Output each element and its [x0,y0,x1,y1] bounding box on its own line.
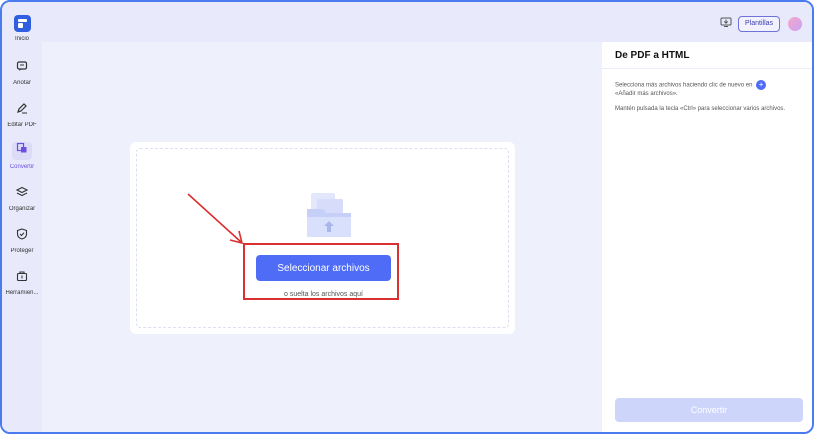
annotate-icon [14,60,30,76]
sidebar-item-label: Organizar [8,206,36,212]
add-more-hint: Selecciona más archivos haciendo clic de… [615,80,790,98]
tools-icon [14,270,30,286]
app-logo-icon[interactable] [14,15,31,32]
sidebar-item-editar-pdf[interactable]: Editar PDF [2,102,42,138]
folder-upload-icon [307,193,351,237]
add-more-hint-text-2: «Añadir más archivos». [615,91,678,97]
sidebar-item-anotar[interactable]: Anotar [2,60,42,96]
sidebar-item-label: Editar PDF [7,122,37,128]
sidebar-item-label: Inicio [14,36,29,42]
sidebar-item-label: Herramien... [5,290,39,296]
right-panel: De PDF a HTML Selecciona más archivos ha… [602,42,812,432]
drop-hint-text: o suelta los archivos aquí [284,291,363,298]
organize-icon [14,186,30,202]
avatar[interactable] [788,17,802,31]
app-window: Inicio Anotar Editar PDF Convertir Organ [0,0,814,434]
add-more-files-icon[interactable]: + [756,80,767,90]
convert-icon [12,142,32,160]
sidebar-item-label: Proteger [10,248,34,254]
download-icon[interactable] [720,16,732,28]
templates-button[interactable]: Plantillas [738,16,781,32]
divider [602,68,812,69]
panel-title: De PDF a HTML [615,50,690,61]
convert-button[interactable]: Convertir [615,398,803,422]
add-more-hint-text: Selecciona más archivos haciendo clic de… [615,82,753,89]
shield-icon [14,228,30,244]
sidebar-item-herramientas[interactable]: Herramien... [2,270,42,306]
sidebar: Inicio Anotar Editar PDF Convertir Organ [2,2,42,432]
sidebar-item-label: Anotar [13,80,31,86]
sidebar-item-proteger[interactable]: Proteger [2,228,42,264]
top-bar: Plantillas [42,2,812,42]
sidebar-item-organizar[interactable]: Organizar [2,186,42,222]
sidebar-item-convertir[interactable]: Convertir [2,142,42,178]
file-drop-card: Seleccionar archivos o suelta los archiv… [130,142,515,334]
edit-icon [14,102,30,118]
sidebar-item-label: Convertir [9,164,35,170]
file-drop-zone[interactable]: Seleccionar archivos o suelta los archiv… [136,148,509,328]
main-content: Seleccionar archivos o suelta los archiv… [42,42,602,432]
ctrl-hint-text: Mantén pulsada la tecla «Ctrl» para sele… [615,106,786,112]
select-files-button[interactable]: Seleccionar archivos [256,255,391,281]
